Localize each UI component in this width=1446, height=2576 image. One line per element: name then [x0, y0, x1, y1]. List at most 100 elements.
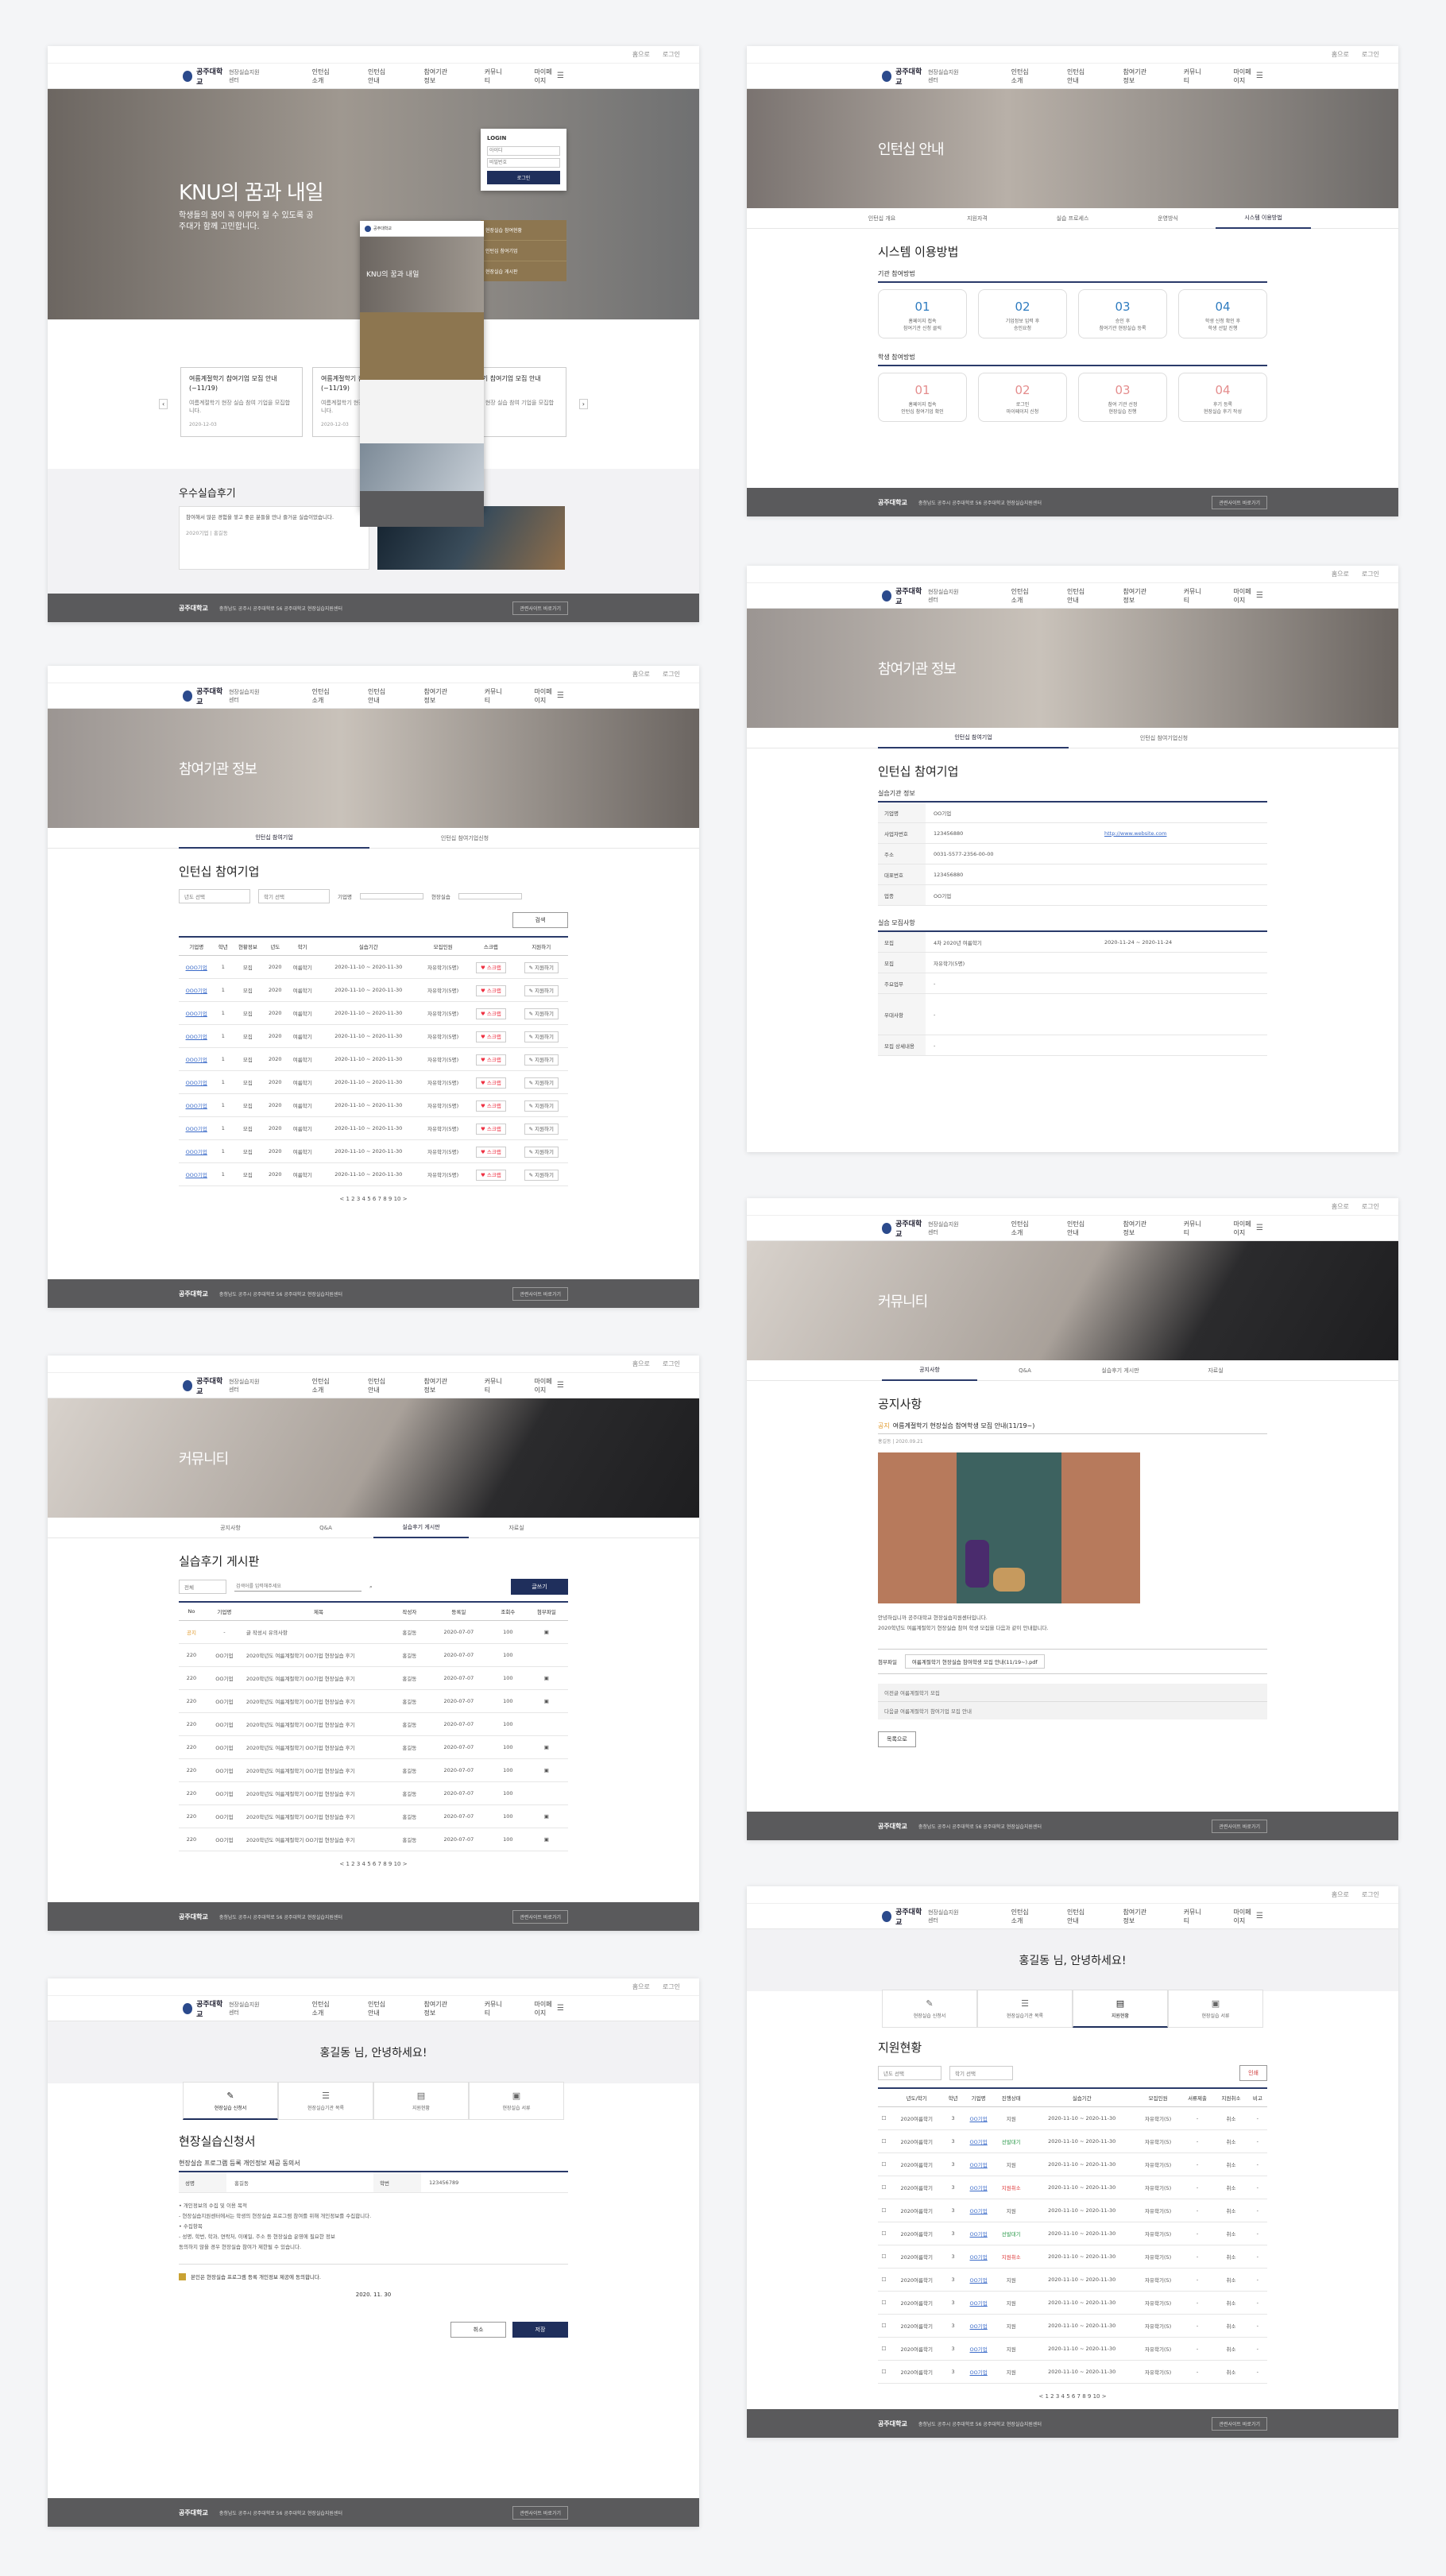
- tab[interactable]: Q&A: [278, 1518, 373, 1537]
- mypage-tab-active[interactable]: ▤ 지원현황: [1073, 1990, 1168, 2028]
- menu-item[interactable]: 커뮤니티: [1184, 68, 1202, 85]
- row-checkbox[interactable]: ☐: [878, 2245, 890, 2269]
- scrap-button[interactable]: ♥ 스크랩: [467, 1116, 515, 1140]
- hamburger-icon[interactable]: ☰: [557, 691, 564, 700]
- hamburger-icon[interactable]: ☰: [1256, 72, 1263, 80]
- tab[interactable]: 실습후기 게시판: [1073, 1361, 1168, 1380]
- semester-select[interactable]: 학기 선택: [949, 2066, 1013, 2080]
- login-link[interactable]: 로그인: [663, 670, 680, 679]
- company-link[interactable]: OOO기업: [179, 1139, 215, 1163]
- home-link[interactable]: 홈으로: [632, 670, 650, 679]
- table-cell[interactable]: 취소: [1214, 2268, 1248, 2292]
- menu-item[interactable]: 마이페이지: [535, 687, 558, 705]
- print-button[interactable]: 인쇄: [1239, 2065, 1267, 2081]
- scrap-button[interactable]: ♥ 스크랩: [467, 1047, 515, 1071]
- company-link[interactable]: OO기업: [962, 2314, 995, 2338]
- tab[interactable]: 자료실: [469, 1518, 564, 1537]
- apply-button[interactable]: ✎ 지원하기: [514, 1162, 568, 1186]
- menu-item[interactable]: 인턴십 안내: [1067, 68, 1091, 85]
- password-input[interactable]: [487, 158, 560, 168]
- tab-active[interactable]: 시스템 이용방법: [1216, 208, 1311, 229]
- company-input[interactable]: [359, 893, 423, 899]
- table-cell[interactable]: 취소: [1214, 2199, 1248, 2222]
- tab[interactable]: 인턴십 참여기업신청: [1069, 729, 1259, 748]
- quick-item[interactable]: 현장실습 게시판: [481, 261, 566, 281]
- company-link[interactable]: OOO기업: [179, 1093, 215, 1117]
- company-link[interactable]: OO기업: [962, 2337, 995, 2361]
- menu-item[interactable]: 인턴십 소개: [1011, 587, 1035, 605]
- company-link[interactable]: OO기업: [962, 2245, 995, 2269]
- scrap-button[interactable]: ♥ 스크랩: [467, 955, 515, 979]
- prev-arrow-icon[interactable]: ‹: [159, 399, 168, 409]
- tab[interactable]: 실습 프로세스: [1025, 209, 1120, 228]
- company-link[interactable]: OO기업: [962, 2268, 995, 2292]
- logo[interactable]: 공주대학교 현장실습지원센터: [882, 1218, 964, 1239]
- mypage-tab[interactable]: ☰ 현장실습기관 목록: [977, 1990, 1073, 2028]
- menu-item[interactable]: 참여기관 정보: [424, 2000, 453, 2017]
- attachment-file[interactable]: 여름계절학기 현장실습 참여학생 모집 안내(11/19~).pdf: [904, 1654, 1045, 1669]
- apply-button[interactable]: ✎ 지원하기: [514, 1116, 568, 1140]
- row-checkbox[interactable]: ☐: [878, 2360, 890, 2384]
- apply-button[interactable]: ✎ 지원하기: [514, 978, 568, 1002]
- menu-item[interactable]: 인턴십 안내: [1067, 1908, 1091, 1925]
- login-link[interactable]: 로그인: [663, 1982, 680, 1991]
- year-select[interactable]: 년도 선택: [878, 2066, 941, 2080]
- menu-item[interactable]: 참여기관 정보: [1123, 1908, 1152, 1925]
- logo[interactable]: 공주대학교 현장실습지원센터: [882, 586, 964, 606]
- scrap-button[interactable]: ♥ 스크랩: [467, 1093, 515, 1117]
- hamburger-icon[interactable]: ☰: [1256, 1224, 1263, 1232]
- row-checkbox[interactable]: ☐: [878, 2152, 890, 2176]
- semester-select[interactable]: 학기 선택: [258, 889, 330, 903]
- company-link[interactable]: OO기업: [962, 2199, 995, 2222]
- menu-item[interactable]: 인턴십 안내: [368, 687, 392, 705]
- company-link[interactable]: OO기업: [962, 2129, 995, 2153]
- hamburger-icon[interactable]: ☰: [557, 2004, 564, 2013]
- company-link[interactable]: OOO기업: [179, 1116, 215, 1140]
- scrap-button[interactable]: ♥ 스크랩: [467, 1139, 515, 1163]
- id-input[interactable]: [487, 146, 560, 156]
- quick-item[interactable]: 인턴십 참여기업: [481, 241, 566, 261]
- company-link[interactable]: OOO기업: [179, 1047, 215, 1071]
- footer-site-button[interactable]: 관련사이트 바로가기: [1212, 1819, 1267, 1833]
- homepage-link[interactable]: http://www.website.com: [1096, 830, 1267, 837]
- company-link[interactable]: OO기업: [962, 2291, 995, 2315]
- table-cell[interactable]: 취소: [1214, 2129, 1248, 2153]
- menu-item[interactable]: 커뮤니티: [485, 2000, 503, 2017]
- logo[interactable]: 공주대학교 현장실습지원센터: [183, 1998, 265, 2019]
- agree-checkbox[interactable]: [179, 2272, 186, 2280]
- company-link[interactable]: OOO기업: [179, 1001, 215, 1025]
- table-row[interactable]: 220 OO기업 2020학년도 여름계절학기 OO기업 현장실습 후기 홍길동 202…: [179, 1712, 568, 1736]
- menu-item[interactable]: 인턴십 소개: [1011, 1220, 1035, 1237]
- apply-button[interactable]: ✎ 지원하기: [514, 1139, 568, 1163]
- menu-item[interactable]: 인턴십 소개: [1011, 1908, 1035, 1925]
- menu-item[interactable]: 참여기관 정보: [1123, 68, 1152, 85]
- hamburger-icon[interactable]: ☰: [1256, 591, 1263, 600]
- menu-item[interactable]: 커뮤니티: [1184, 587, 1202, 605]
- hamburger-icon[interactable]: ☰: [557, 72, 564, 80]
- menu-item[interactable]: 인턴십 소개: [312, 687, 336, 705]
- table-cell[interactable]: 취소: [1214, 2360, 1248, 2384]
- menu-item[interactable]: 참여기관 정보: [1123, 587, 1152, 605]
- search-input[interactable]: [234, 1582, 362, 1592]
- home-link[interactable]: 홈으로: [1332, 570, 1349, 578]
- home-link[interactable]: 홈으로: [1332, 1202, 1349, 1211]
- table-cell[interactable]: 취소: [1214, 2222, 1248, 2245]
- table-row[interactable]: 220 OO기업 2020학년도 여름계절학기 OO기업 현장실습 후기 홍길동 202…: [179, 1666, 568, 1690]
- menu-item[interactable]: 참여기관 정보: [424, 68, 453, 85]
- tab[interactable]: 운영방식: [1120, 209, 1216, 228]
- company-link[interactable]: OO기업: [962, 2222, 995, 2245]
- footer-site-button[interactable]: 관련사이트 바로가기: [512, 1909, 568, 1924]
- menu-item[interactable]: 참여기관 정보: [1123, 1220, 1152, 1237]
- home-link[interactable]: 홈으로: [1332, 50, 1349, 59]
- login-link[interactable]: 로그인: [1362, 1890, 1379, 1899]
- search-icon[interactable]: ⌕: [369, 1584, 373, 1591]
- footer-site-button[interactable]: 관련사이트 바로가기: [512, 601, 568, 615]
- category-select[interactable]: 전체: [179, 1580, 226, 1594]
- tab[interactable]: 지원자격: [930, 209, 1025, 228]
- row-checkbox[interactable]: ☐: [878, 2222, 890, 2245]
- next-arrow-icon[interactable]: ›: [578, 399, 588, 409]
- logo[interactable]: 공주대학교 현장실습지원센터: [183, 1375, 265, 1396]
- company-link[interactable]: OOO기업: [179, 1024, 215, 1048]
- logo[interactable]: 공주대학교 현장실습지원센터: [882, 66, 964, 87]
- mypage-tab[interactable]: ▣ 현장실습 서류: [469, 2082, 564, 2120]
